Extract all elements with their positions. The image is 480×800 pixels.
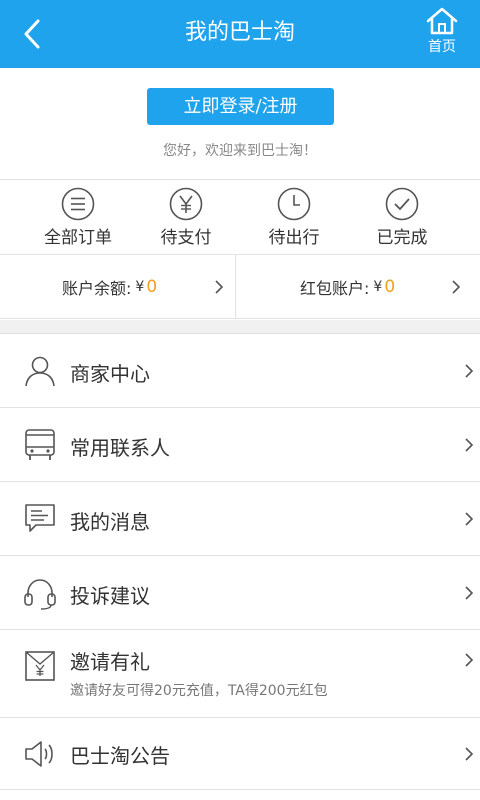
order-all-button[interactable]: 全部订单: [23, 186, 133, 250]
menu-item-invite-rewards[interactable]: 邀请有礼 邀请好友可得20元充值，TA得200元红包: [0, 630, 480, 718]
order-completed-label: 已完成: [376, 228, 428, 248]
clock-icon: [277, 187, 311, 221]
home-icon: [426, 7, 458, 35]
home-label: 首页: [428, 39, 456, 55]
login-register-button[interactable]: 立即登录/注册: [147, 88, 334, 125]
check-icon: [385, 187, 419, 221]
red-packet-label: 红包账户:: [300, 279, 370, 298]
bus-icon: [25, 429, 55, 460]
welcome-text: 您好，欢迎来到巴士淘！: [163, 143, 317, 159]
menu-item-label: 商家中心: [70, 362, 150, 386]
order-pending-payment-button[interactable]: 待支付: [131, 186, 241, 250]
list-icon: [61, 187, 95, 221]
menu-item-announcements[interactable]: 巴士淘公告: [0, 718, 480, 790]
menu-item-feedback[interactable]: 投诉建议: [0, 556, 480, 630]
balance-account-button[interactable]: 账户余额: ¥ 0: [62, 255, 157, 319]
order-upcoming-button[interactable]: 待出行: [239, 186, 349, 250]
chevron-right-icon: [465, 512, 474, 526]
page-title: 我的巴士淘: [184, 20, 295, 45]
section-gap: [0, 320, 480, 334]
chevron-right-icon: [465, 438, 474, 452]
order-shortcuts: 全部订单 待支付 待出行 已完成: [0, 180, 480, 255]
order-upcoming-label: 待出行: [268, 228, 320, 248]
red-packet-account-button[interactable]: 红包账户: ¥ 0: [300, 255, 395, 319]
account-divider: [235, 255, 236, 319]
menu-item-subtitle: 邀请好友可得20元充值，TA得200元红包: [70, 683, 328, 699]
menu-item-label: 邀请有礼: [70, 650, 150, 674]
chevron-right-icon: [215, 280, 224, 294]
app-header: 我的巴士淘 首页: [0, 0, 480, 68]
balance-amount: 0: [146, 277, 158, 297]
menu-item-label: 我的消息: [70, 510, 150, 534]
menu-item-merchant-center[interactable]: 商家中心: [0, 334, 480, 408]
menu-item-frequent-contacts[interactable]: 常用联系人: [0, 408, 480, 482]
menu-item-label: 巴士淘公告: [70, 744, 170, 768]
order-completed-button[interactable]: 已完成: [347, 186, 457, 250]
yen-icon: [169, 187, 203, 221]
chevron-right-icon: [465, 747, 474, 761]
account-summary: 账户余额: ¥ 0 红包账户: ¥ 0: [0, 255, 480, 319]
balance-currency: ¥: [135, 279, 145, 295]
message-icon: [25, 504, 55, 532]
login-section: 立即登录/注册 您好，欢迎来到巴士淘！: [0, 68, 480, 180]
menu-item-label: 常用联系人: [70, 436, 170, 460]
order-all-label: 全部订单: [44, 228, 112, 248]
red-packet-currency: ¥: [373, 279, 383, 295]
headset-icon: [24, 579, 56, 610]
home-button[interactable]: 首页: [414, 6, 470, 64]
order-pending-payment-label: 待支付: [160, 228, 212, 248]
gift-envelope-icon: [25, 651, 55, 681]
chevron-right-icon: [465, 586, 474, 600]
user-icon: [25, 356, 55, 387]
chevron-right-icon: [465, 364, 474, 378]
red-packet-amount: 0: [384, 277, 396, 297]
balance-label: 账户余额:: [62, 279, 132, 298]
menu-item-label: 投诉建议: [70, 584, 150, 608]
menu-item-my-messages[interactable]: 我的消息: [0, 482, 480, 556]
chevron-right-icon: [452, 280, 461, 294]
chevron-right-icon: [465, 653, 474, 667]
speaker-icon: [25, 741, 53, 767]
